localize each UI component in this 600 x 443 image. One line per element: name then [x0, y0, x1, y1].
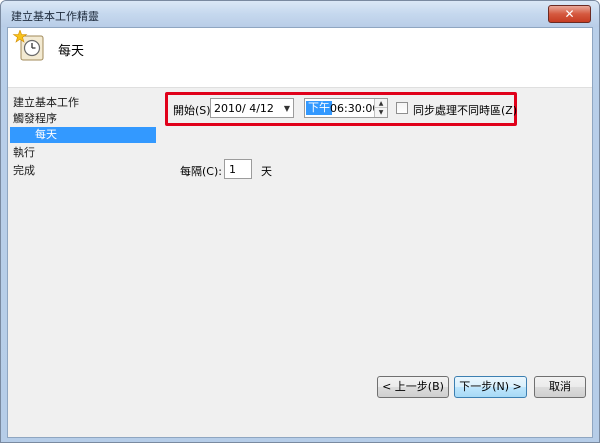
- start-date-picker[interactable]: 2010/ 4/12 ▼: [210, 98, 294, 118]
- title-bar[interactable]: 建立基本工作精靈 ✕: [1, 1, 599, 27]
- wizard-client-area: 每天 建立基本工作 觸發程序 每天 執行 完成 開始(S): 2010/ 4/1…: [7, 27, 593, 438]
- spin-up-icon[interactable]: ▲: [375, 99, 387, 108]
- sidebar-item-label: 建立基本工作: [13, 96, 79, 109]
- recur-label: 每隔(C):: [180, 165, 222, 178]
- sidebar-item-finish[interactable]: 完成: [13, 163, 35, 179]
- recur-interval-input[interactable]: 1: [224, 159, 252, 179]
- sync-timezones-checkbox[interactable]: [396, 102, 408, 114]
- start-label: 開始(S):: [173, 104, 215, 117]
- sidebar-item-label: 每天: [35, 128, 57, 141]
- page-title: 每天: [58, 44, 85, 59]
- time-spinner[interactable]: ▲ ▼: [374, 99, 387, 117]
- sidebar-item-label: 完成: [13, 164, 35, 177]
- wizard-window: 建立基本工作精靈 ✕ 每天 建立基本工作 觸發程序 每天 執行 完成 開始(S)…: [0, 0, 600, 443]
- sidebar-item-label: 執行: [13, 146, 35, 159]
- start-date-value: 2010/ 4/12: [214, 102, 274, 115]
- spin-down-icon[interactable]: ▼: [375, 108, 387, 117]
- clock-with-star-icon: [12, 30, 44, 61]
- time-ampm-segment[interactable]: 下午: [306, 101, 332, 115]
- sidebar-item-trigger[interactable]: 觸發程序: [13, 111, 57, 127]
- wizard-steps-sidebar: 建立基本工作 觸發程序 每天 執行 完成: [8, 89, 158, 437]
- sync-timezones-label[interactable]: 同步處理不同時區(Z): [413, 102, 517, 118]
- wizard-header: 每天: [8, 28, 592, 88]
- recur-interval-value: 1: [229, 163, 236, 176]
- cancel-button[interactable]: 取消: [534, 376, 586, 398]
- back-button[interactable]: < 上一步(B): [377, 376, 449, 398]
- sidebar-item-action[interactable]: 執行: [13, 145, 35, 161]
- close-button[interactable]: ✕: [548, 5, 591, 23]
- sidebar-item-daily[interactable]: 每天: [10, 127, 156, 143]
- sidebar-item-label: 觸發程序: [13, 112, 57, 125]
- chevron-down-icon[interactable]: ▼: [284, 104, 290, 113]
- next-button[interactable]: 下一步(N) >: [454, 376, 527, 398]
- recur-unit-label: 天: [261, 165, 272, 178]
- start-time-field[interactable]: 下午 06:30:00 ▲ ▼: [304, 98, 388, 118]
- sidebar-item-create-basic-task[interactable]: 建立基本工作: [13, 95, 79, 111]
- window-title: 建立基本工作精靈: [11, 10, 99, 23]
- time-value: 06:30:00: [330, 102, 380, 115]
- close-icon: ✕: [564, 7, 575, 21]
